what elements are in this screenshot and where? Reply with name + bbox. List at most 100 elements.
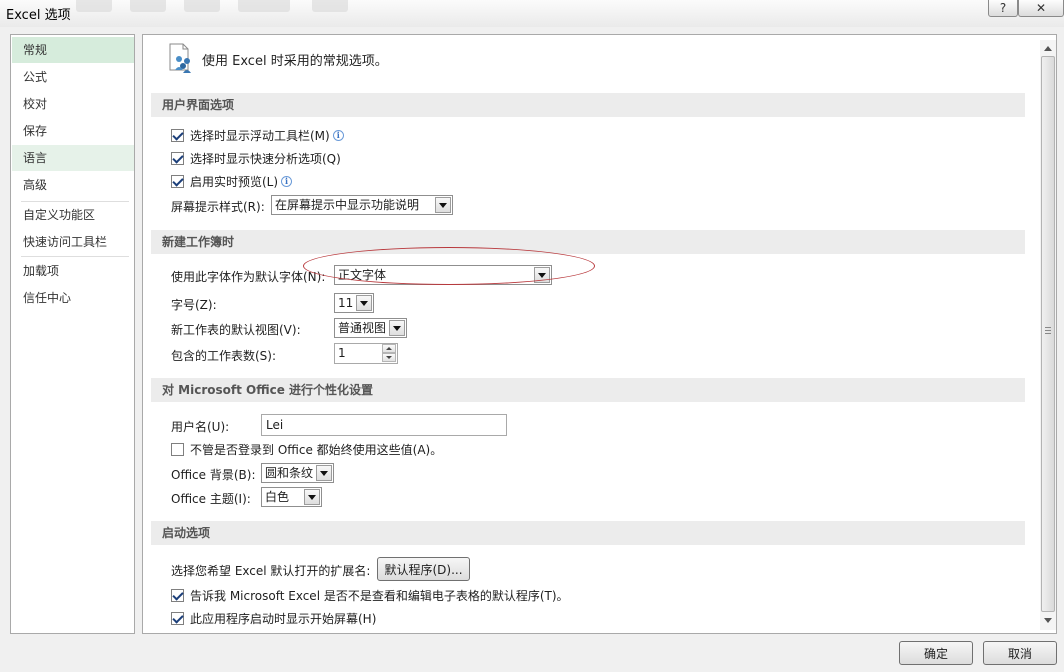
spin-down-icon[interactable] [382, 353, 396, 362]
sidebar-item-label: 加载项 [23, 264, 60, 278]
sidebar-divider [21, 256, 129, 257]
mini-toolbar-checkbox[interactable] [171, 128, 184, 142]
cancel-label: 取消 [1007, 646, 1032, 661]
section-ui-options: 用户界面选项 [151, 93, 1025, 117]
ok-label: 确定 [923, 646, 948, 661]
always-use-values-label: 不管是否登录到 Office 都始终使用这些值(A)。 [190, 442, 443, 457]
office-background-label: Office 背景(B): [171, 468, 256, 482]
default-font-label: 使用此字体作为默认字体(N): [171, 270, 326, 284]
tell-me-default-checkbox[interactable] [171, 588, 184, 602]
live-preview-option[interactable]: 启用实时预览(L) i [171, 171, 293, 191]
scrollbar-thumb[interactable] [1041, 56, 1055, 612]
mini-toolbar-label: 选择时显示浮动工具栏(M) [190, 128, 330, 143]
start-screen-checkbox[interactable] [171, 611, 184, 625]
mini-toolbar-option[interactable]: 选择时显示浮动工具栏(M) i [171, 125, 344, 145]
sidebar-item-label: 自定义功能区 [23, 208, 96, 222]
ghost-tab [130, 0, 166, 12]
office-background-value: 圆和条纹 [265, 466, 314, 480]
chevron-down-icon[interactable] [304, 489, 320, 505]
ghost-tab [238, 0, 290, 12]
help-button[interactable]: ? [988, 0, 1018, 17]
sidebar-item-save[interactable]: 保存 [12, 118, 134, 144]
general-options-icon [169, 43, 191, 73]
username-label: 用户名(U): [171, 420, 230, 434]
font-size-label: 字号(Z): [171, 298, 217, 312]
username-value: Lei [266, 418, 284, 432]
sidebar-item-add-ins[interactable]: 加载项 [12, 258, 134, 284]
grip-line [1045, 333, 1051, 334]
options-content-panel: 使用 Excel 时采用的常规选项。 用户界面选项 选择时显示浮动工具栏(M) … [142, 34, 1057, 634]
grip-line [1045, 330, 1051, 331]
chevron-down-icon[interactable] [356, 295, 372, 311]
default-programs-button[interactable]: 默认程序(D)... [377, 557, 470, 581]
screentip-style-value: 在屏幕提示中显示功能说明 [275, 198, 420, 212]
live-preview-checkbox[interactable] [171, 174, 184, 188]
info-icon: i [281, 175, 293, 187]
start-screen-option[interactable]: 此应用程序启动时显示开始屏幕(H) [171, 608, 376, 628]
always-use-values-checkbox[interactable] [171, 442, 184, 456]
quick-analysis-label: 选择时显示快速分析选项(Q) [190, 151, 341, 166]
default-font-value: 正文字体 [338, 268, 387, 282]
chevron-down-icon[interactable] [534, 267, 550, 283]
spin-up-icon[interactable] [382, 344, 396, 353]
section-startup-options: 启动选项 [151, 521, 1025, 545]
sidebar-item-quick-access-toolbar[interactable]: 快速访问工具栏 [12, 229, 134, 255]
office-theme-value: 白色 [265, 490, 290, 504]
sidebar-item-label: 保存 [23, 124, 48, 138]
default-view-select[interactable]: 普通视图 [334, 318, 407, 338]
chevron-down-icon[interactable] [389, 320, 405, 336]
office-background-select[interactable]: 圆和条纹 [261, 463, 334, 483]
sheet-count-label: 包含的工作表数(S): [171, 349, 277, 363]
sidebar-item-label: 高级 [23, 178, 48, 192]
sheet-count-stepper[interactable]: 1 [334, 343, 398, 364]
screentip-style-label: 屏幕提示样式(R): [171, 200, 265, 214]
sidebar-item-label: 信任中心 [23, 291, 72, 305]
font-size-value: 11 [338, 296, 354, 310]
sidebar-item-language[interactable]: 语言 [12, 145, 134, 171]
close-icon: ✕ [1035, 1, 1047, 15]
sidebar-item-label: 语言 [23, 151, 48, 165]
window-title: Excel 选项 [6, 8, 71, 23]
screentip-style-select[interactable]: 在屏幕提示中显示功能说明 [271, 195, 453, 215]
default-view-value: 普通视图 [338, 321, 387, 335]
header-description: 使用 Excel 时采用的常规选项。 [202, 54, 388, 69]
section-personalize-office: 对 Microsoft Office 进行个性化设置 [151, 378, 1025, 402]
start-screen-label: 此应用程序启动时显示开始屏幕(H) [190, 611, 377, 626]
info-icon: i [332, 129, 344, 141]
ghost-tab [184, 0, 220, 12]
default-extensions-label: 选择您希望 Excel 默认打开的扩展名: [171, 564, 371, 578]
sidebar-item-label: 快速访问工具栏 [23, 235, 108, 249]
options-sidebar: 常规 公式 校对 保存 语言 高级 自定义功能区 快速访问工具栏 加载项 信任中… [10, 34, 135, 634]
ok-button[interactable]: 确定 [899, 641, 973, 665]
quick-analysis-option[interactable]: 选择时显示快速分析选项(Q) [171, 148, 341, 168]
scroll-down-icon[interactable] [1044, 618, 1052, 623]
help-icon: ? [999, 1, 1007, 15]
tell-me-default-label: 告诉我 Microsoft Excel 是否不是查看和编辑电子表格的默认程序(T… [190, 588, 569, 603]
font-size-select[interactable]: 11 [334, 293, 374, 313]
tell-me-default-option[interactable]: 告诉我 Microsoft Excel 是否不是查看和编辑电子表格的默认程序(T… [171, 585, 569, 605]
office-theme-select[interactable]: 白色 [261, 487, 322, 507]
grip-line [1045, 327, 1051, 328]
quick-analysis-checkbox[interactable] [171, 151, 184, 165]
chevron-down-icon[interactable] [316, 465, 332, 481]
close-button[interactable]: ✕ [1018, 0, 1064, 17]
username-input[interactable]: Lei [261, 414, 507, 436]
always-use-values-option[interactable]: 不管是否登录到 Office 都始终使用这些值(A)。 [171, 439, 442, 459]
default-programs-label: 默认程序(D)... [384, 562, 463, 577]
sidebar-item-formulas[interactable]: 公式 [12, 64, 134, 90]
sidebar-item-proofing[interactable]: 校对 [12, 91, 134, 117]
sidebar-item-customize-ribbon[interactable]: 自定义功能区 [12, 202, 134, 228]
sidebar-item-general[interactable]: 常规 [12, 37, 134, 63]
default-view-label: 新工作表的默认视图(V): [171, 323, 301, 337]
chevron-down-icon[interactable] [435, 197, 451, 213]
title-bar: Excel 选项 ? ✕ [0, 0, 1064, 27]
sidebar-item-advanced[interactable]: 高级 [12, 172, 134, 198]
scroll-up-icon[interactable] [1044, 46, 1052, 51]
sheet-count-value: 1 [338, 346, 346, 360]
default-font-select[interactable]: 正文字体 [334, 265, 552, 285]
cancel-button[interactable]: 取消 [983, 641, 1057, 665]
sidebar-item-trust-center[interactable]: 信任中心 [12, 285, 134, 311]
content-scrollbar[interactable] [1040, 40, 1056, 630]
sidebar-item-label: 公式 [23, 70, 48, 84]
ghost-tab [76, 0, 112, 12]
